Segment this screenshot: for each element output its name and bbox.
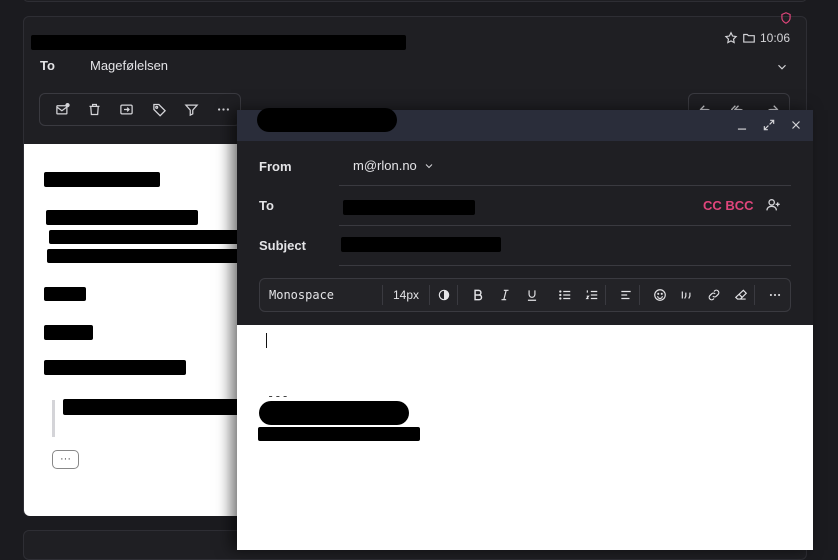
redacted-line (44, 360, 186, 375)
message-time: 10:06 (760, 31, 791, 45)
more-icon (218, 108, 230, 111)
redacted-line (44, 172, 160, 187)
italic-icon (501, 289, 508, 301)
move-icon (120, 104, 134, 115)
link-button[interactable] (700, 279, 727, 311)
delete-button[interactable] (78, 94, 110, 125)
subject-label: Subject (259, 238, 306, 253)
redacted-compose-title (257, 108, 397, 132)
from-address: m@rlon.no (353, 158, 417, 173)
redacted-subject-field[interactable] (341, 237, 501, 252)
filter-icon (184, 104, 199, 117)
redacted-quote (63, 399, 244, 415)
separator (639, 285, 640, 305)
more-format-button[interactable] (761, 279, 788, 311)
add-contact-icon[interactable] (765, 197, 781, 213)
more-button[interactable] (208, 94, 240, 125)
bold-icon (473, 289, 482, 301)
redacted-signature-line (258, 427, 420, 441)
compose-header (237, 108, 813, 141)
redacted-sender (31, 35, 406, 50)
star-icon[interactable] (724, 31, 738, 45)
redacted-signature-name (259, 401, 409, 425)
message-to-row: To Magefølelsen (40, 58, 168, 73)
from-select[interactable]: m@rlon.no (353, 158, 435, 173)
separator (605, 285, 606, 305)
message-editor[interactable]: --- (237, 325, 813, 550)
cc-bcc-button[interactable]: CC BCC (703, 198, 754, 213)
mark-read-icon (55, 102, 70, 115)
bullet-list-icon (558, 290, 570, 300)
chevron-down-icon (425, 163, 433, 168)
bullet-list-button[interactable] (551, 279, 578, 311)
separator (457, 285, 458, 305)
chevron-down-icon[interactable] (775, 60, 789, 74)
quote-bar (52, 400, 55, 437)
quote-button[interactable] (673, 279, 700, 311)
quote-icon (681, 291, 690, 299)
expand-quote-button[interactable]: ··· (52, 450, 79, 469)
redacted-line (47, 249, 244, 263)
compose-window: From m@rlon.no To CC BCC Subject Monospa… (237, 108, 813, 550)
separator (754, 285, 755, 305)
close-icon (792, 121, 800, 129)
text-caret (266, 333, 267, 348)
from-label: From (259, 159, 292, 174)
clear-format-button[interactable] (727, 279, 754, 311)
emoji-button[interactable] (646, 279, 673, 311)
to-recipient[interactable]: Magefølelsen (90, 58, 168, 73)
redacted-line (44, 287, 86, 301)
underline-icon (527, 290, 536, 301)
more-icon (769, 293, 780, 297)
to-label: To (40, 58, 55, 73)
expand-button[interactable] (761, 117, 777, 133)
divider (339, 185, 791, 186)
emoji-icon (653, 289, 666, 301)
divider (339, 265, 791, 266)
shield-icon (781, 12, 791, 24)
redacted-line (46, 210, 198, 225)
numbered-list-icon (585, 290, 597, 300)
to-label: To (259, 198, 274, 213)
font-family-select[interactable]: Monospace (260, 288, 382, 302)
mark-read-button[interactable] (46, 94, 78, 125)
numbered-list-button[interactable] (578, 279, 605, 311)
minimize-button[interactable] (734, 117, 750, 133)
minimize-icon (737, 128, 747, 130)
redacted-line (49, 230, 249, 244)
redacted-line (44, 325, 93, 340)
filter-button[interactable] (175, 94, 207, 125)
color-button[interactable] (430, 279, 457, 311)
link-icon (708, 289, 719, 301)
redacted-to-field[interactable] (343, 200, 475, 215)
align-button[interactable] (612, 279, 639, 311)
bold-button[interactable] (464, 279, 491, 311)
editor-toolbar: Monospace 14px (259, 278, 791, 312)
tag-icon (152, 103, 166, 117)
trash-icon (89, 103, 100, 116)
previous-message-card[interactable] (23, 0, 807, 2)
expand-icon (763, 119, 775, 131)
move-button[interactable] (111, 94, 143, 125)
message-toolbar (39, 93, 241, 126)
close-button[interactable] (788, 117, 804, 133)
align-left-icon (620, 290, 631, 300)
font-size-select[interactable]: 14px (383, 288, 429, 302)
divider (339, 225, 791, 226)
folder-icon[interactable] (742, 31, 756, 45)
underline-button[interactable] (518, 279, 545, 311)
message-meta: 10:06 (724, 31, 790, 45)
italic-button[interactable] (491, 279, 518, 311)
eraser-icon (734, 289, 747, 300)
contrast-icon (438, 289, 449, 301)
tag-button[interactable] (143, 94, 175, 125)
